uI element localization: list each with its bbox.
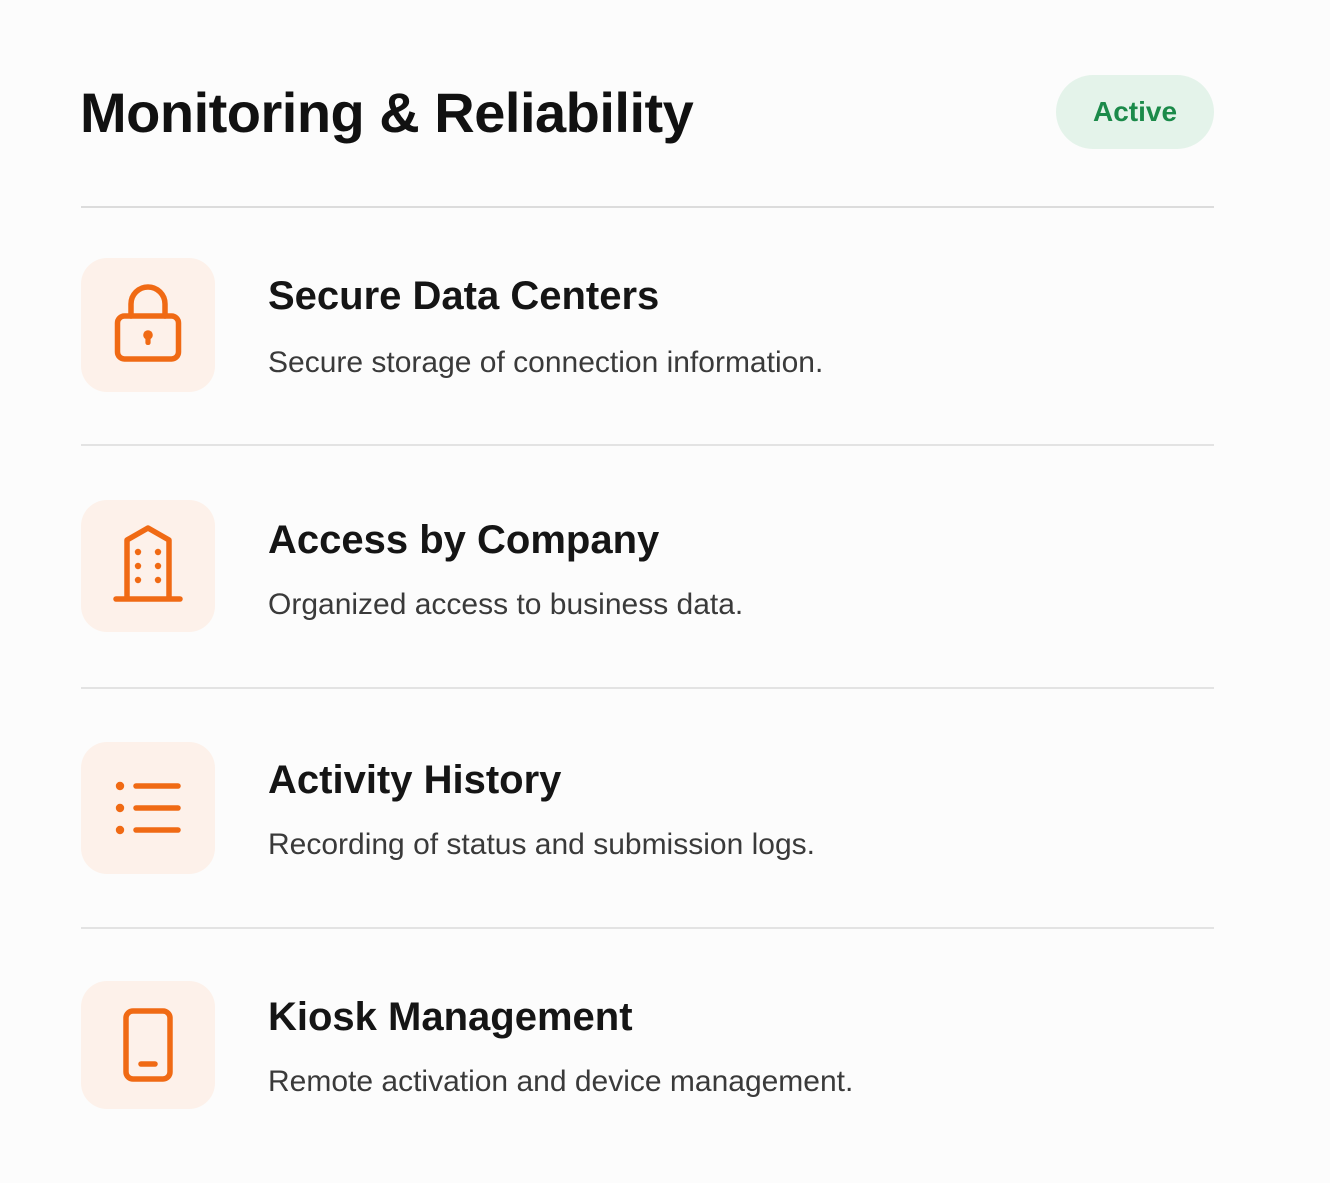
feature-kiosk-management: Kiosk Management Remote activation and d… <box>81 981 1214 1121</box>
list-icon <box>115 781 181 835</box>
feature-title: Secure Data Centers <box>268 274 660 318</box>
page-title: Monitoring & Reliability <box>80 80 694 144</box>
feature-activity-history: Activity History Recording of status and… <box>81 742 1214 882</box>
feature-description: Organized access to business data. <box>268 588 744 621</box>
feature-icon-tile <box>81 981 215 1109</box>
feature-description: Remote activation and device management. <box>268 1065 854 1098</box>
feature-title: Access by Company <box>268 518 660 562</box>
row-divider <box>81 444 1214 446</box>
smartphone-icon <box>123 1008 173 1082</box>
lock-icon <box>114 284 182 362</box>
row-divider <box>81 927 1214 929</box>
feature-access-by-company: Access by Company Organized access to bu… <box>81 500 1214 640</box>
panel-header: Monitoring & Reliability Active <box>80 70 1214 154</box>
feature-secure-data-centers: Secure Data Centers Secure storage of co… <box>81 258 1214 398</box>
feature-title: Kiosk Management <box>268 995 633 1039</box>
feature-title: Activity History <box>268 758 562 802</box>
header-divider <box>81 206 1214 208</box>
feature-icon-tile <box>81 500 215 632</box>
row-divider <box>81 687 1214 689</box>
feature-icon-tile <box>81 742 215 874</box>
feature-description: Recording of status and submission logs. <box>268 828 815 861</box>
monitoring-reliability-panel: Monitoring & Reliability Active Secure D… <box>0 0 1330 1183</box>
building-icon <box>113 525 183 602</box>
status-badge: Active <box>1056 75 1214 149</box>
feature-icon-tile <box>81 258 215 392</box>
feature-description: Secure storage of connection information… <box>268 346 824 379</box>
